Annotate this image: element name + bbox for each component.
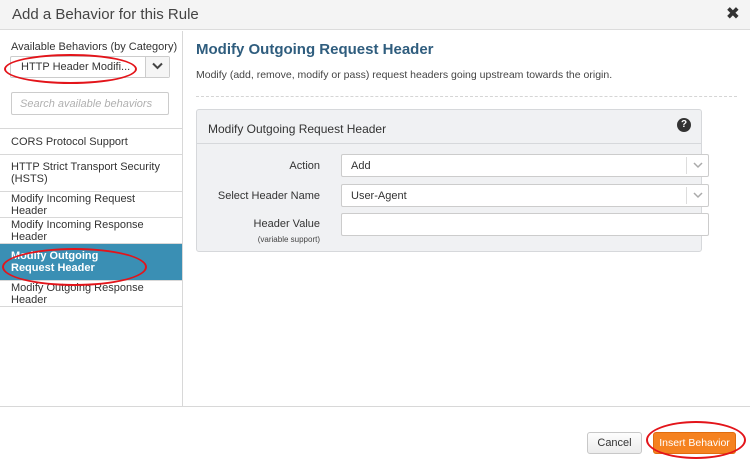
- panel-header: Modify Outgoing Request Header ?: [197, 110, 701, 144]
- behavior-list: CORS Protocol Support HTTP Strict Transp…: [0, 128, 182, 307]
- header-value-label: Header Value: [253, 218, 320, 230]
- panel-title: Modify Outgoing Request Header: [208, 122, 387, 136]
- behavior-item-modify-incoming-response[interactable]: Modify Incoming Response Header: [0, 218, 182, 244]
- behavior-item-hsts[interactable]: HTTP Strict Transport Security (HSTS): [0, 155, 182, 192]
- header-value-input[interactable]: [341, 213, 709, 236]
- dialog-footer: Cancel Insert Behavior: [0, 406, 750, 465]
- header-name-label: Select Header Name: [217, 190, 320, 202]
- add-behavior-dialog: Add a Behavior for this Rule ✖ Available…: [0, 0, 750, 465]
- behavior-item-label: Modify Incoming Request Header: [11, 192, 136, 217]
- behavior-title: Modify Outgoing Request Header: [196, 41, 434, 58]
- behavior-item-label: Modify Outgoing Request Header: [11, 250, 99, 274]
- behavior-detail: Modify Outgoing Request Header Modify (a…: [184, 31, 750, 406]
- behavior-item-label: Modify Outgoing Response Header: [11, 281, 144, 306]
- action-dropdown[interactable]: [686, 157, 708, 174]
- header-name-value: User-Agent: [351, 190, 407, 202]
- dialog-titlebar: Add a Behavior for this Rule ✖: [0, 0, 750, 30]
- behavior-item-modify-outgoing-response[interactable]: Modify Outgoing Response Header: [0, 281, 182, 307]
- search-behaviors-input[interactable]: [11, 92, 169, 115]
- category-select[interactable]: HTTP Header Modifi...: [10, 56, 170, 78]
- close-icon[interactable]: ✖: [726, 4, 740, 24]
- behavior-item-label: CORS Protocol Support: [11, 135, 128, 148]
- category-value: HTTP Header Modifi...: [21, 61, 131, 73]
- header-name-dropdown[interactable]: [686, 187, 708, 204]
- behavior-item-modify-incoming-request[interactable]: Modify Incoming Request Header: [0, 192, 182, 218]
- help-icon[interactable]: ?: [677, 118, 691, 132]
- divider: [196, 96, 737, 97]
- behavior-item-cors[interactable]: CORS Protocol Support: [0, 129, 182, 155]
- behavior-item-label: HTTP Strict Transport Security (HSTS): [11, 161, 160, 185]
- chevron-down-icon: [152, 62, 163, 70]
- action-label: Action: [289, 160, 320, 172]
- cancel-button[interactable]: Cancel: [587, 432, 642, 454]
- behavior-item-modify-outgoing-request[interactable]: Modify Outgoing Request Header: [0, 244, 182, 281]
- behavior-options-panel: Modify Outgoing Request Header ? Action …: [196, 109, 709, 252]
- chevron-down-icon: [693, 162, 703, 169]
- dialog-title: Add a Behavior for this Rule: [12, 6, 199, 23]
- behavior-sidebar: Available Behaviors (by Category) HTTP H…: [0, 31, 183, 406]
- header-name-select[interactable]: User-Agent: [341, 184, 709, 207]
- behavior-description: Modify (add, remove, modify or pass) req…: [196, 69, 613, 81]
- action-value: Add: [351, 160, 371, 172]
- variable-support-note: (variable support): [257, 235, 320, 244]
- insert-behavior-button[interactable]: Insert Behavior: [653, 432, 736, 454]
- category-label: Available Behaviors (by Category): [11, 41, 178, 53]
- behavior-item-label: Modify Incoming Response Header: [11, 218, 144, 243]
- category-dropdown-button[interactable]: [145, 57, 169, 77]
- chevron-down-icon: [693, 192, 703, 199]
- action-select[interactable]: Add: [341, 154, 709, 177]
